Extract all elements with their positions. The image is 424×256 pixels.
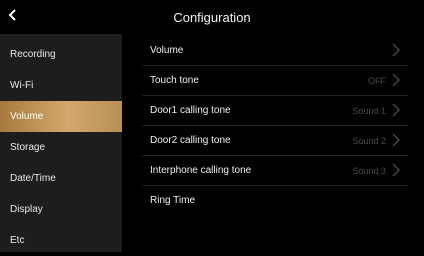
settings-list: Volume Touch tone OFF Door1 calling tone… [142, 36, 408, 252]
setting-row-touch-tone[interactable]: Touch tone OFF [142, 66, 408, 96]
setting-label: Ring Time [150, 195, 196, 206]
setting-row-ring-time[interactable]: Ring Time [142, 186, 408, 216]
sidebar-item-label: Volume [10, 111, 44, 122]
sidebar-item-storage[interactable]: Storage [0, 132, 122, 163]
chevron-right-icon [392, 103, 400, 117]
sidebar-item-wifi[interactable]: Wi-Fi [0, 70, 122, 101]
chevron-right-icon [392, 163, 400, 177]
sidebar-item-etc[interactable]: Etc [0, 225, 122, 256]
setting-value: Sound 3 [352, 166, 386, 176]
setting-value: Sound 2 [352, 136, 386, 146]
sidebar-item-label: Recording [10, 49, 56, 60]
sidebar-item-display[interactable]: Display [0, 194, 122, 225]
setting-label: Touch tone [150, 75, 199, 86]
sidebar-item-label: Storage [10, 142, 46, 153]
chevron-right-icon [392, 73, 400, 87]
setting-row-volume[interactable]: Volume [142, 36, 408, 66]
setting-label: Door1 calling tone [150, 105, 231, 116]
sidebar-item-label: Etc [10, 235, 25, 246]
setting-row-interphone-calling-tone[interactable]: Interphone calling tone Sound 3 [142, 156, 408, 186]
sidebar-item-label: Wi-Fi [10, 80, 34, 91]
setting-row-door1-calling-tone[interactable]: Door1 calling tone Sound 1 [142, 96, 408, 126]
sidebar-item-volume[interactable]: Volume [0, 101, 122, 132]
sidebar: Recording Wi-Fi Volume Storage Date/Time… [0, 34, 122, 252]
sidebar-item-date-time[interactable]: Date/Time [0, 163, 122, 194]
sidebar-item-label: Date/Time [10, 173, 56, 184]
page-title: Configuration [173, 10, 251, 25]
top-bar: Configuration [0, 0, 424, 32]
setting-row-door2-calling-tone[interactable]: Door2 calling tone Sound 2 [142, 126, 408, 156]
chevron-right-icon [392, 43, 400, 57]
setting-label: Volume [150, 45, 184, 56]
setting-value: OFF [368, 76, 386, 86]
setting-value: Sound 1 [352, 106, 386, 116]
sidebar-item-recording[interactable]: Recording [0, 39, 122, 70]
sidebar-item-label: Display [10, 204, 43, 215]
chevron-right-icon [392, 133, 400, 147]
setting-label: Door2 calling tone [150, 135, 231, 146]
setting-label: Interphone calling tone [150, 165, 252, 176]
